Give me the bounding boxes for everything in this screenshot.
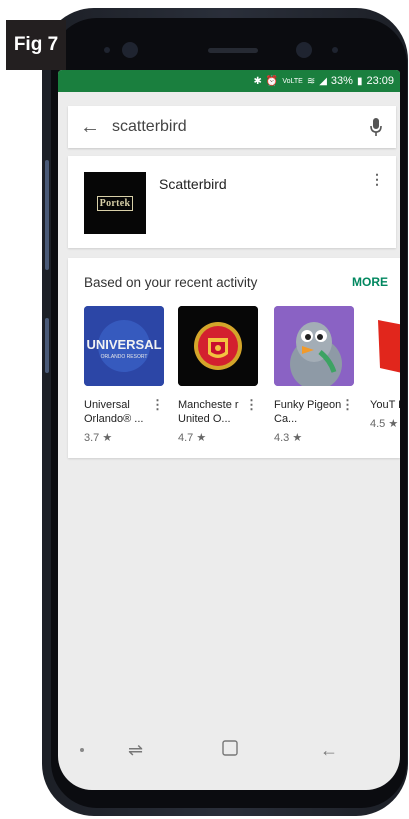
more-options-icon[interactable]: ⋮ (370, 172, 384, 186)
bluetooth-icon: ✱ (253, 75, 262, 87)
volume-button (45, 160, 49, 270)
scatterbird-app-icon[interactable]: Portek (84, 172, 146, 234)
iris-scanner (296, 42, 312, 58)
search-bar[interactable]: ← scatterbird (68, 106, 396, 148)
search-result-item[interactable]: Portek Scatterbird ⋮ (68, 156, 396, 248)
search-input[interactable]: scatterbird (112, 118, 356, 136)
app-card-youtube-kids[interactable]: YouT Kids 4.5 ★ (370, 306, 400, 430)
battery-percent: 33% (330, 75, 353, 87)
more-options-icon[interactable]: ⋮ (151, 398, 164, 411)
volte-icon: VoLTE (282, 77, 303, 85)
app-name: Funky Pigeon Ca... (274, 399, 342, 425)
app-name: Universal Orlando® ... (84, 399, 144, 425)
app-rating: 4.3 ★ (274, 431, 303, 444)
universal-logo-text: UNIVERSAL (86, 337, 161, 352)
app-name: Mancheste r United O... (178, 399, 239, 425)
app-rating: 4.7 ★ (178, 431, 207, 444)
more-options-icon[interactable]: ⋮ (341, 398, 354, 411)
more-options-icon[interactable]: ⋮ (245, 398, 258, 411)
app-card-manchester-united[interactable]: Mancheste r United O... 4.7 ★ ⋮ (178, 306, 260, 444)
status-bar: ✱ ⏰ VoLTE ≋ ◢ 33% ▮ 23:09 (58, 70, 400, 92)
app-card-funky-pigeon[interactable]: Funky Pigeon Ca... 4.3 ★ ⋮ (274, 306, 356, 444)
earpiece-speaker (208, 48, 258, 53)
result-title[interactable]: Scatterbird (159, 176, 227, 192)
app-rating: 3.7 ★ (84, 431, 113, 444)
clock: 23:09 (366, 75, 394, 87)
home-icon[interactable] (222, 739, 238, 761)
alarm-icon: ⏰ (265, 75, 279, 87)
universal-logo-subtext: ORLANDO RESORT (101, 354, 148, 360)
back-arrow-icon[interactable]: ← (68, 116, 112, 139)
recent-apps-icon[interactable]: ⇌ (128, 740, 143, 761)
section-heading: Based on your recent activity (84, 275, 258, 290)
sensor-dot (332, 47, 338, 53)
nav-indicator-dot (80, 748, 84, 752)
sensor-dot (104, 47, 110, 53)
more-button[interactable]: MORE (352, 275, 388, 289)
bixby-button (45, 318, 49, 373)
microphone-icon[interactable] (356, 117, 396, 137)
app-rating: 4.5 ★ (370, 417, 399, 430)
app-name: YouT Kids (370, 399, 400, 411)
universal-orlando-icon[interactable]: UNIVERSAL ORLANDO RESORT (84, 306, 164, 386)
figure-label: Fig 7 (6, 20, 66, 70)
funky-pigeon-icon[interactable] (274, 306, 354, 386)
navigation-bar: ⇌ ← (58, 730, 400, 770)
portek-logo: Portek (96, 195, 134, 211)
youtube-kids-icon[interactable] (370, 306, 400, 386)
front-camera (122, 42, 138, 58)
recommendations-section: Based on your recent activity MORE UNIVE… (68, 258, 400, 458)
back-icon[interactable]: ← (320, 740, 338, 761)
wifi-icon: ≋ (306, 75, 316, 87)
manchester-united-icon[interactable] (178, 306, 258, 386)
app-card-universal[interactable]: UNIVERSAL ORLANDO RESORT Universal Orlan… (84, 306, 166, 444)
signal-icon: ◢ (319, 75, 327, 87)
phone-screen: ✱ ⏰ VoLTE ≋ ◢ 33% ▮ 23:09 ← scatterbird … (58, 70, 400, 790)
battery-icon: ▮ (356, 75, 363, 87)
